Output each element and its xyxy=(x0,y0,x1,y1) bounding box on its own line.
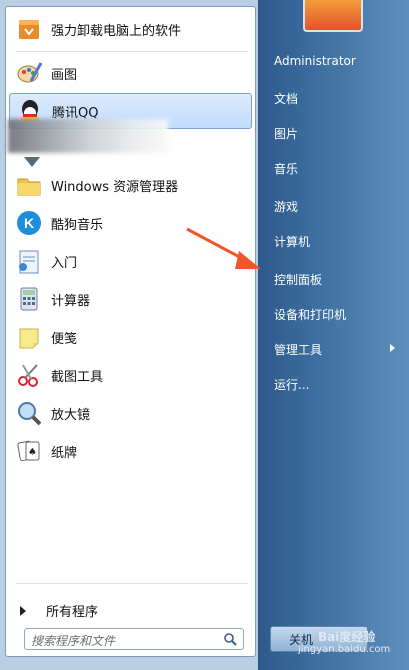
right-item-computer[interactable]: 计算机 xyxy=(274,233,310,250)
divider xyxy=(16,583,248,584)
program-item-sticky-notes[interactable]: 便笺 xyxy=(9,319,252,355)
annotation-arrow-icon xyxy=(186,227,261,269)
program-label: 酷狗音乐 xyxy=(51,217,104,233)
program-label: 画图 xyxy=(51,67,78,83)
search-icon[interactable] xyxy=(223,632,237,646)
scissors-icon xyxy=(18,364,38,387)
submenu-arrow-icon xyxy=(390,344,395,352)
search-input[interactable]: 搜索程序和文件 xyxy=(24,628,244,650)
right-item-music[interactable]: 音乐 xyxy=(274,160,298,177)
blurred-arrow-icon xyxy=(24,157,40,167)
watermark-brand: Bai度经验 xyxy=(318,630,376,644)
program-item-snipping-tool[interactable]: 截图工具 xyxy=(9,357,252,393)
cards-icon: ♠ xyxy=(17,440,40,462)
program-label: 截图工具 xyxy=(51,369,104,385)
watermark-url: jingyan.baidu.com xyxy=(298,644,391,655)
right-item-games[interactable]: 游戏 xyxy=(274,198,298,215)
program-label: 计算器 xyxy=(51,293,91,309)
programs-panel: 强力卸载电脑上的软件 画图 腾讯QQ Windows 资源管理器 K 酷狗音乐 … xyxy=(5,6,256,657)
program-label: 腾讯QQ xyxy=(52,105,99,121)
right-item-admin-tools[interactable]: 管理工具 xyxy=(274,341,322,358)
program-label: 便笺 xyxy=(51,331,78,347)
uninstall-box-icon xyxy=(19,20,39,39)
program-label: 放大镜 xyxy=(51,407,91,423)
right-item-control-panel[interactable]: 控制面板 xyxy=(274,271,322,288)
paint-palette-icon xyxy=(17,62,43,83)
program-item-magnifier[interactable]: 放大镜 xyxy=(9,395,252,431)
all-programs-button[interactable]: 所有程序 xyxy=(20,601,98,620)
getting-started-icon xyxy=(19,250,39,274)
sticky-note-icon xyxy=(19,328,39,349)
right-item-administrator[interactable]: Administrator xyxy=(274,54,356,68)
program-label: 入门 xyxy=(51,255,78,271)
right-item-pictures[interactable]: 图片 xyxy=(274,125,298,142)
blurred-region xyxy=(8,119,168,153)
right-item-run[interactable]: 运行... xyxy=(274,376,309,393)
folder-explorer-icon xyxy=(17,178,41,196)
svg-text:K: K xyxy=(24,215,34,231)
program-item-paint[interactable]: 画图 xyxy=(9,55,252,91)
start-menu: 强力卸载电脑上的软件 画图 腾讯QQ Windows 资源管理器 K 酷狗音乐 … xyxy=(0,0,409,670)
all-programs-label: 所有程序 xyxy=(46,605,99,620)
program-item-calculator[interactable]: 计算器 xyxy=(9,281,252,317)
svg-text:♠: ♠ xyxy=(28,447,37,458)
right-item-devices-printers[interactable]: 设备和打印机 xyxy=(274,306,346,323)
search-placeholder: 搜索程序和文件 xyxy=(31,634,116,648)
divider xyxy=(16,51,248,52)
program-item-uninstaller[interactable]: 强力卸载电脑上的软件 xyxy=(9,11,252,47)
program-label: Windows 资源管理器 xyxy=(51,179,179,195)
program-item-solitaire[interactable]: ♠ 纸牌 xyxy=(9,433,252,469)
user-avatar[interactable] xyxy=(303,0,363,32)
calculator-icon xyxy=(20,287,38,311)
kugou-k-icon: K xyxy=(17,211,41,235)
program-label: 强力卸载电脑上的软件 xyxy=(51,23,182,39)
triangle-right-icon xyxy=(20,605,26,616)
magnifier-icon xyxy=(18,402,42,426)
program-label: 纸牌 xyxy=(51,445,78,461)
right-item-documents[interactable]: 文档 xyxy=(274,90,298,107)
program-item-explorer[interactable]: Windows 资源管理器 xyxy=(9,167,252,203)
